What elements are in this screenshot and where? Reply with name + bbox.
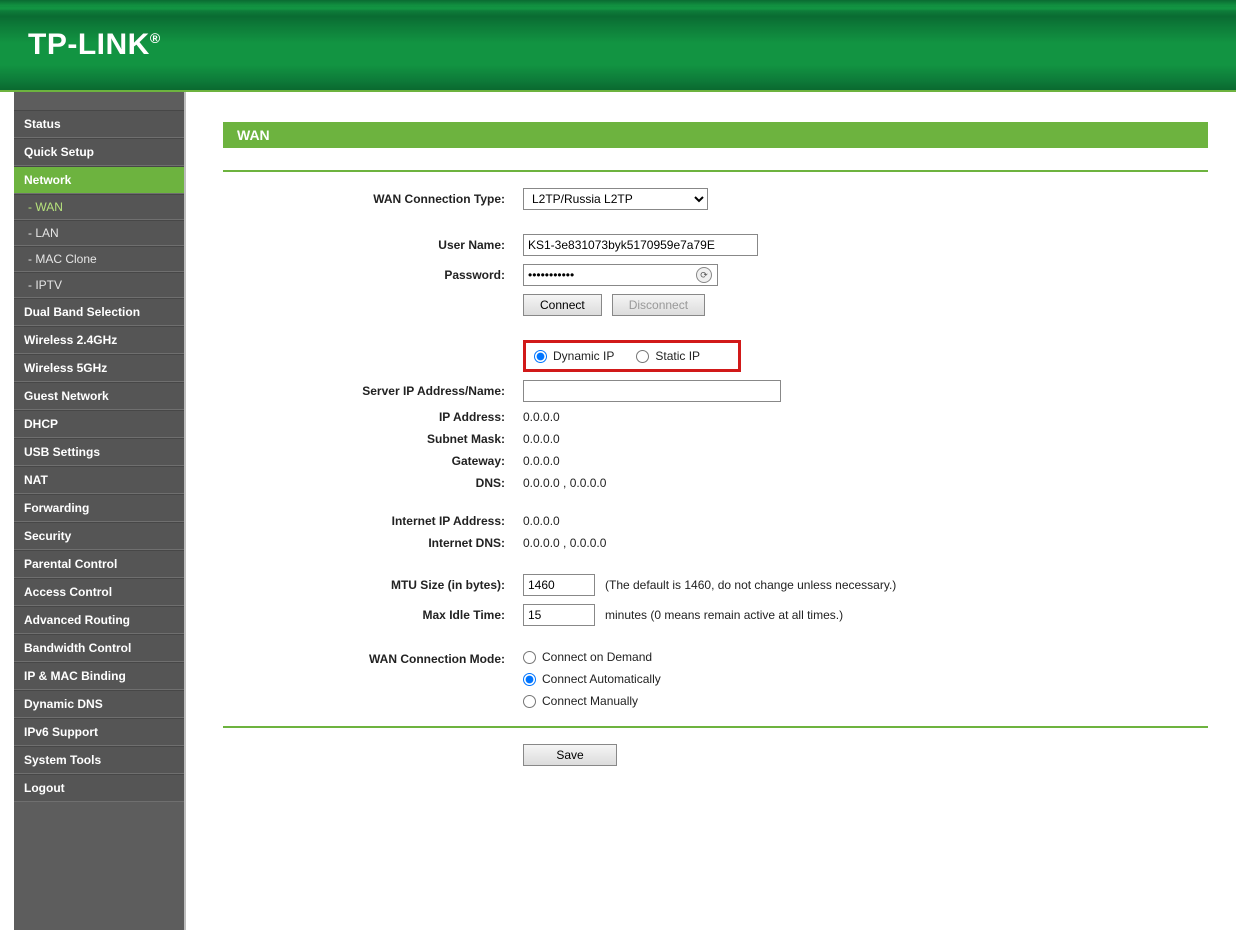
- label-user: User Name:: [223, 238, 523, 252]
- sidebar-item[interactable]: Guest Network: [14, 382, 184, 410]
- label-inet-dns: Internet DNS:: [223, 536, 523, 550]
- label-server: Server IP Address/Name:: [223, 384, 523, 398]
- idle-input[interactable]: [523, 604, 595, 626]
- dns-value: 0.0.0.0 , 0.0.0.0: [523, 476, 606, 490]
- mode-demand-label: Connect on Demand: [542, 650, 652, 664]
- sidebar-subitem[interactable]: - WAN: [14, 194, 184, 220]
- sidebar-item[interactable]: NAT: [14, 466, 184, 494]
- mode-demand-radio[interactable]: [523, 651, 536, 664]
- label-mode: WAN Connection Mode:: [223, 650, 523, 666]
- sidebar: StatusQuick SetupNetwork- WAN- LAN- MAC …: [14, 92, 184, 930]
- mode-manual-radio[interactable]: [523, 695, 536, 708]
- sidebar-item[interactable]: Forwarding: [14, 494, 184, 522]
- vertical-separator: [184, 92, 195, 930]
- ip-mode-radio-group: Dynamic IP Static IP: [523, 340, 741, 372]
- sidebar-item[interactable]: Status: [14, 110, 184, 138]
- sidebar-subitem[interactable]: - IPTV: [14, 272, 184, 298]
- sidebar-item[interactable]: Parental Control: [14, 550, 184, 578]
- sidebar-item[interactable]: Quick Setup: [14, 138, 184, 166]
- label-password: Password:: [223, 268, 523, 282]
- sidebar-item[interactable]: System Tools: [14, 746, 184, 774]
- sidebar-item[interactable]: Wireless 2.4GHz: [14, 326, 184, 354]
- label-mtu: MTU Size (in bytes):: [223, 578, 523, 592]
- sidebar-item[interactable]: Logout: [14, 774, 184, 802]
- label-ip: IP Address:: [223, 410, 523, 424]
- sidebar-subitem[interactable]: - MAC Clone: [14, 246, 184, 272]
- label-dns: DNS:: [223, 476, 523, 490]
- idle-note: minutes (0 means remain active at all ti…: [605, 608, 843, 622]
- mode-auto-radio[interactable]: [523, 673, 536, 686]
- label-inet-ip: Internet IP Address:: [223, 514, 523, 528]
- server-input[interactable]: [523, 380, 781, 402]
- disconnect-button[interactable]: Disconnect: [612, 294, 705, 316]
- dynamic-ip-radio[interactable]: [534, 350, 547, 363]
- inet-ip-value: 0.0.0.0: [523, 514, 560, 528]
- divider: [223, 726, 1208, 728]
- sidebar-item[interactable]: IP & MAC Binding: [14, 662, 184, 690]
- label-gateway: Gateway:: [223, 454, 523, 468]
- divider: [223, 170, 1208, 172]
- brand-logo: TP-LINK®: [28, 28, 161, 62]
- password-input[interactable]: [523, 264, 718, 286]
- mode-auto-label: Connect Automatically: [542, 672, 661, 686]
- mask-value: 0.0.0.0: [523, 432, 560, 446]
- mtu-input[interactable]: [523, 574, 595, 596]
- sidebar-item[interactable]: IPv6 Support: [14, 718, 184, 746]
- gateway-value: 0.0.0.0: [523, 454, 560, 468]
- mode-manual-label: Connect Manually: [542, 694, 638, 708]
- sidebar-item[interactable]: Bandwidth Control: [14, 634, 184, 662]
- static-ip-label: Static IP: [655, 349, 700, 363]
- sidebar-item[interactable]: Security: [14, 522, 184, 550]
- static-ip-radio[interactable]: [636, 350, 649, 363]
- connect-button[interactable]: Connect: [523, 294, 602, 316]
- label-conn-type: WAN Connection Type:: [223, 192, 523, 206]
- wan-conn-type-select[interactable]: L2TP/Russia L2TP: [523, 188, 708, 210]
- label-idle: Max Idle Time:: [223, 608, 523, 622]
- header: TP-LINK®: [0, 0, 1236, 92]
- sidebar-item[interactable]: Wireless 5GHz: [14, 354, 184, 382]
- label-mask: Subnet Mask:: [223, 432, 523, 446]
- mtu-note: (The default is 1460, do not change unle…: [605, 578, 896, 592]
- sidebar-item[interactable]: DHCP: [14, 410, 184, 438]
- page-title: WAN: [223, 122, 1208, 148]
- save-button[interactable]: Save: [523, 744, 617, 766]
- sidebar-subitem[interactable]: - LAN: [14, 220, 184, 246]
- sidebar-item[interactable]: Advanced Routing: [14, 606, 184, 634]
- sidebar-item[interactable]: Access Control: [14, 578, 184, 606]
- sidebar-item[interactable]: USB Settings: [14, 438, 184, 466]
- username-input[interactable]: [523, 234, 758, 256]
- sidebar-item[interactable]: Dynamic DNS: [14, 690, 184, 718]
- content-area: WAN WAN Connection Type: L2TP/Russia L2T…: [195, 92, 1236, 930]
- ip-value: 0.0.0.0: [523, 410, 560, 424]
- reveal-password-icon[interactable]: ⟳: [696, 267, 712, 283]
- inet-dns-value: 0.0.0.0 , 0.0.0.0: [523, 536, 606, 550]
- left-gutter: [0, 92, 14, 930]
- sidebar-item[interactable]: Network: [14, 166, 184, 194]
- dynamic-ip-label: Dynamic IP: [553, 349, 614, 363]
- sidebar-item[interactable]: Dual Band Selection: [14, 298, 184, 326]
